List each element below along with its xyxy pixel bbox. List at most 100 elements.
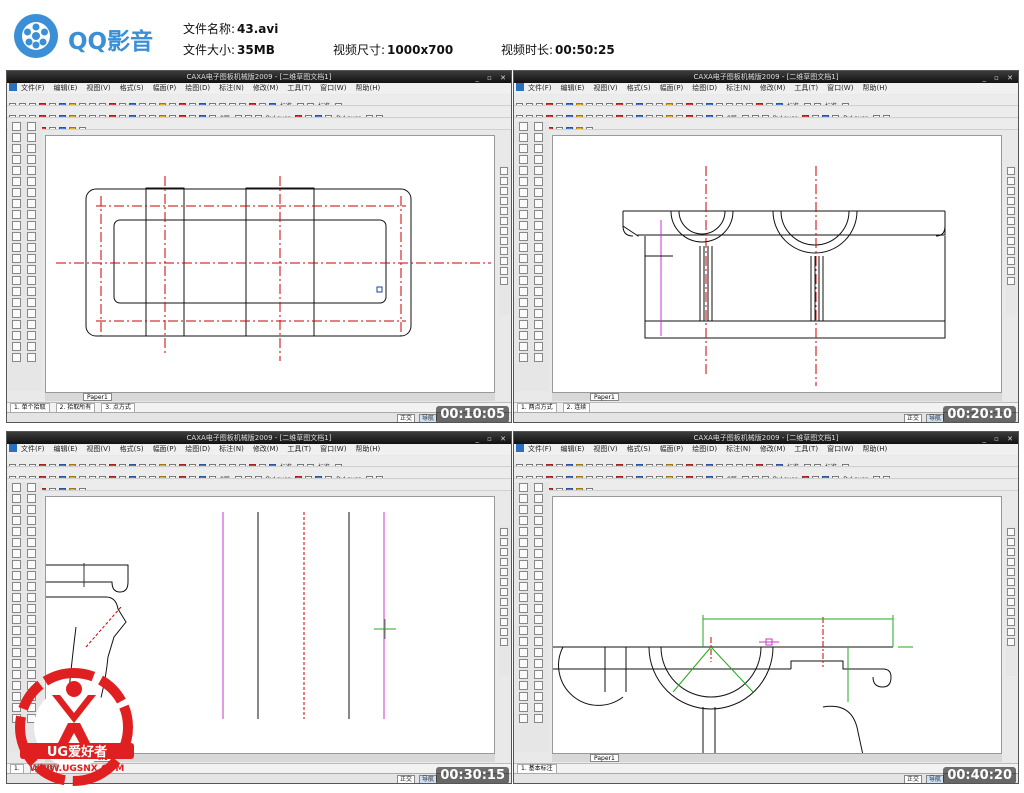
toolbar-tool-icon[interactable] [325, 115, 333, 117]
toolbar-tool-icon[interactable] [666, 115, 673, 117]
draw-tool-icon[interactable] [519, 342, 528, 351]
draw-tool-icon[interactable] [27, 615, 36, 624]
draw-tool-icon[interactable] [12, 254, 21, 263]
draw-tool-icon[interactable] [519, 626, 528, 635]
toolbar-tool-icon[interactable] [129, 476, 136, 478]
menu-item[interactable]: 窗口(W) [320, 445, 346, 453]
draw-tool-icon[interactable] [27, 122, 36, 131]
draw-tool-icon[interactable] [27, 166, 36, 175]
draw-tool-icon[interactable] [519, 637, 528, 646]
toolbar-tool-icon[interactable] [315, 115, 323, 117]
text-style-combo[interactable]: 标准 [787, 464, 799, 466]
draw-tool-icon[interactable] [27, 593, 36, 602]
color-combo[interactable]: ByLayer [773, 115, 797, 117]
draw-tool-icon[interactable] [534, 287, 543, 296]
draw-tool-icon[interactable] [27, 571, 36, 580]
toolbar-tool-icon[interactable] [169, 476, 176, 478]
menu-item[interactable]: 文件(F) [21, 84, 45, 92]
draw-tool-icon[interactable] [534, 604, 543, 613]
toolbar-tool-icon[interactable] [606, 103, 613, 105]
modify-tool-icon[interactable] [500, 187, 508, 195]
toolbar-tool-icon[interactable] [29, 103, 36, 105]
toolbar-tool-icon[interactable] [576, 476, 583, 478]
modify-tool-icon[interactable] [500, 167, 508, 175]
draw-tool-icon[interactable] [534, 342, 543, 351]
toolbar-tool-icon[interactable] [9, 464, 16, 466]
modify-tool-icon[interactable] [1007, 177, 1015, 185]
linetype-combo[interactable]: ByLayer [843, 115, 867, 117]
draw-tool-icon[interactable] [519, 210, 528, 219]
toolbar-tool-icon[interactable] [149, 103, 156, 105]
draw-tool-icon[interactable] [12, 210, 21, 219]
toolbar-tool-icon[interactable] [686, 103, 693, 105]
toolbar-tool-icon[interactable] [159, 476, 166, 478]
toolbar-tool-icon[interactable] [626, 464, 633, 466]
toolbar-tool-icon[interactable] [335, 103, 343, 105]
color-combo[interactable]: ByLayer [266, 476, 290, 478]
toolbar-tool-icon[interactable] [882, 476, 890, 478]
draw-tool-icon[interactable] [519, 188, 528, 197]
draw-tool-icon[interactable] [534, 133, 543, 142]
toolbar-tool-icon[interactable] [179, 464, 186, 466]
menu-item[interactable]: 视图(V) [593, 84, 617, 92]
command-option[interactable]: 2. 连续 [562, 403, 591, 412]
toolbar-tool-icon[interactable] [129, 103, 136, 105]
draw-tool-icon[interactable] [27, 538, 36, 547]
toolbar-tool-icon[interactable] [842, 103, 850, 105]
draw-tool-icon[interactable] [534, 353, 543, 362]
thumbnail-panel-4[interactable]: CAXA电子图板机械版2009 - [二维草图文档1] _ ▫ ✕ 文件(F) 编辑(… [513, 431, 1019, 784]
toolbar-tool-icon[interactable] [39, 103, 46, 105]
draw-tool-icon[interactable] [534, 177, 543, 186]
toolbar-tool-icon[interactable] [802, 476, 810, 478]
toolbar-tool-icon[interactable] [234, 476, 242, 478]
modify-tool-icon[interactable] [500, 568, 508, 576]
toolbar-tool-icon[interactable] [9, 476, 16, 478]
toolbar-tool-icon[interactable] [666, 464, 673, 466]
toolbar-tool-icon[interactable] [741, 476, 749, 478]
draw-tool-icon[interactable] [12, 320, 21, 329]
modify-tool-icon[interactable] [1007, 608, 1015, 616]
draw-tool-icon[interactable] [519, 659, 528, 668]
ortho-mode-toggle[interactable]: 正交 [904, 775, 923, 783]
toolbar-tool-icon[interactable] [49, 115, 56, 117]
toolbar-tool-icon[interactable] [726, 464, 733, 466]
modify-tool-icon[interactable] [500, 618, 508, 626]
toolbar-tool-icon[interactable] [766, 103, 773, 105]
toolbar-tool-icon[interactable] [666, 476, 673, 478]
modify-tool-icon[interactable] [500, 237, 508, 245]
draw-tool-icon[interactable] [12, 615, 21, 624]
toolbar-tool-icon[interactable] [139, 464, 146, 466]
draw-tool-icon[interactable] [534, 714, 543, 723]
toolbar-tool-icon[interactable] [99, 103, 106, 105]
toolbar-tool-icon[interactable] [656, 115, 663, 117]
toolbar-tool-icon[interactable] [99, 464, 106, 466]
draw-tool-icon[interactable] [534, 320, 543, 329]
toolbar-tool-icon[interactable] [822, 476, 830, 478]
toolbar-tool-icon[interactable] [375, 115, 383, 117]
draw-tool-icon[interactable] [534, 659, 543, 668]
layer-combo[interactable]: 0层 [220, 115, 230, 117]
toolbar-tool-icon[interactable] [169, 464, 176, 466]
draw-tool-icon[interactable] [27, 582, 36, 591]
toolbar-tool-icon[interactable] [546, 103, 553, 105]
app-menu-icon[interactable] [9, 83, 17, 91]
modify-tool-icon[interactable] [500, 207, 508, 215]
layout-tab[interactable]: Paper1 [590, 393, 619, 401]
draw-tool-icon[interactable] [27, 177, 36, 186]
toolbar-tool-icon[interactable] [566, 476, 573, 478]
modify-tool-icon[interactable] [1007, 588, 1015, 596]
draw-tool-icon[interactable] [534, 703, 543, 712]
toolbar-tool-icon[interactable] [159, 464, 166, 466]
command-option[interactable]: 2. 拾取所有 [55, 403, 96, 412]
toolbar-tool-icon[interactable] [736, 103, 743, 105]
toolbar-tool-icon[interactable] [69, 103, 76, 105]
toolbar-tool-icon[interactable] [546, 476, 553, 478]
draw-tool-icon[interactable] [12, 637, 21, 646]
draw-tool-icon[interactable] [12, 199, 21, 208]
toolbar-tool-icon[interactable] [872, 476, 880, 478]
drawing-canvas[interactable] [552, 135, 1002, 393]
draw-tool-icon[interactable] [27, 626, 36, 635]
draw-tool-icon[interactable] [534, 560, 543, 569]
toolbar-tool-icon[interactable] [305, 115, 313, 117]
draw-tool-icon[interactable] [27, 144, 36, 153]
